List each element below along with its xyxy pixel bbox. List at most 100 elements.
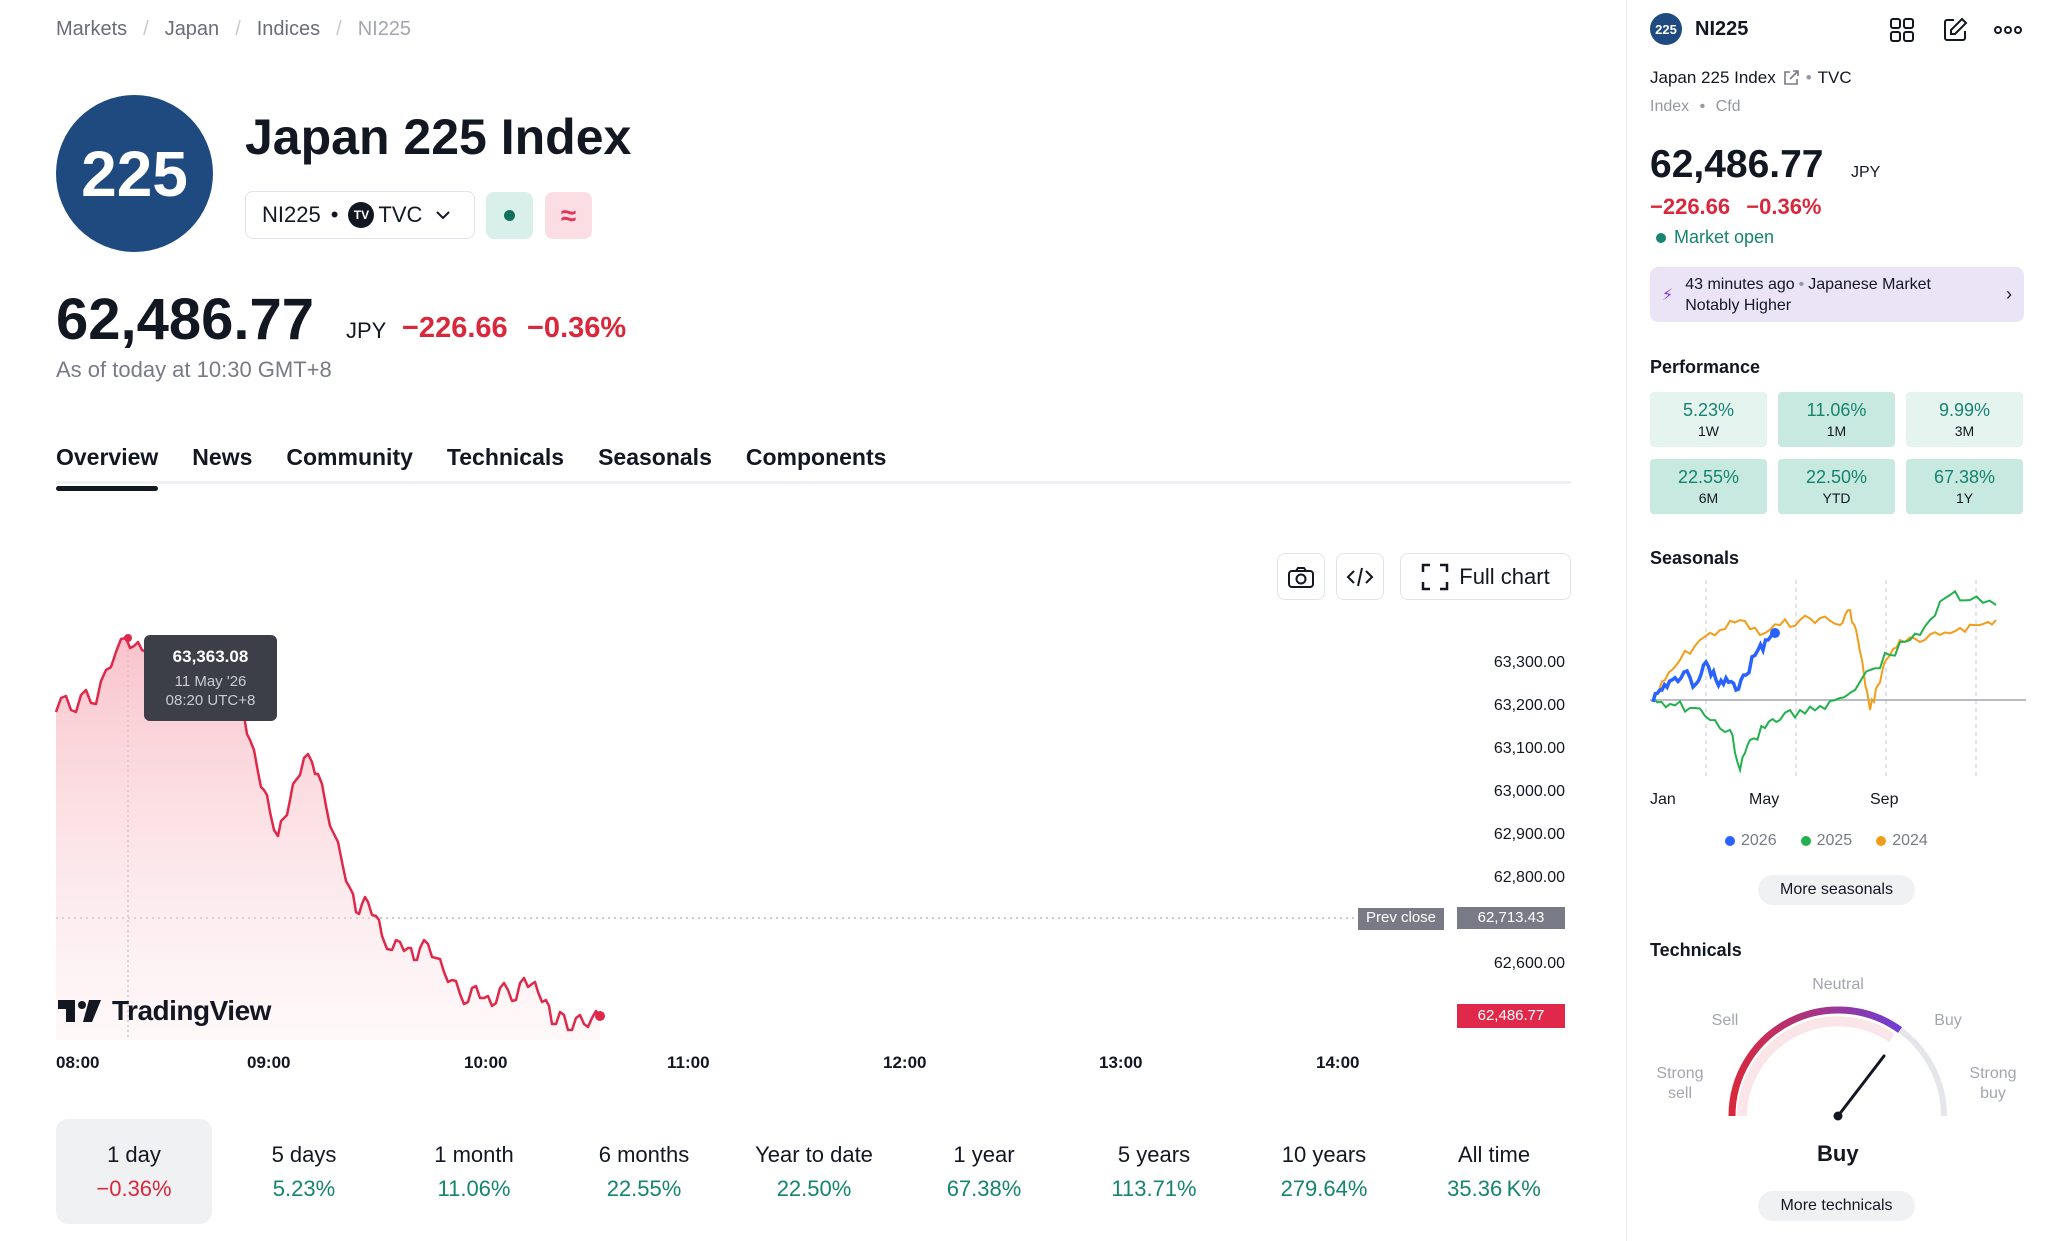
tab-seasonals[interactable]: Seasonals xyxy=(598,444,712,491)
more-button[interactable] xyxy=(1992,14,2024,46)
legend-item-2026[interactable]: 2026 xyxy=(1725,832,1777,850)
period-10-years[interactable]: 10 years 279.64% xyxy=(1246,1119,1402,1224)
seasonals-line-2025 xyxy=(1652,589,1997,774)
market-status-button[interactable] xyxy=(486,192,533,239)
legend-swatch xyxy=(1876,836,1887,846)
period-label: 6 months xyxy=(598,1141,690,1167)
period-selector: 1 day −0.36% 5 days 5.23% 1 month 11.06% 6 … xyxy=(56,1119,1572,1224)
chevron-right-icon: › xyxy=(2006,284,2012,304)
side-subtype: Cfd xyxy=(1715,98,1741,115)
gauge-label-neutral: Neutral xyxy=(1812,976,1864,993)
full-chart-button[interactable]: Full chart xyxy=(1400,553,1571,600)
snapshot-button[interactable] xyxy=(1277,553,1325,600)
dot-separator: • xyxy=(1798,275,1805,293)
seasonals-x-label: Sep xyxy=(1870,791,1899,808)
seasonals-legend: 2026 2025 2024 xyxy=(1725,832,1928,850)
legend-item-2024[interactable]: 2024 xyxy=(1876,832,1928,850)
tab-technicals[interactable]: Technicals xyxy=(447,444,564,491)
more-seasonals-button[interactable]: More seasonals xyxy=(1758,875,1915,905)
price-change-percent: −0.36% xyxy=(527,312,627,344)
edit-button[interactable] xyxy=(1939,14,1971,46)
period-ytd[interactable]: Year to date 22.50% xyxy=(736,1119,892,1224)
market-status: Market open xyxy=(1656,227,1774,248)
tooltip-time: 08:20 UTC+8 xyxy=(165,692,256,709)
tooltip-point xyxy=(124,634,132,642)
symbol-exchange-selector[interactable]: NI225 • TV TVC xyxy=(245,191,475,239)
period-change: 67.38% xyxy=(946,1175,1022,1201)
performance-cell-ytd[interactable]: 22.50% YTD xyxy=(1778,459,1895,514)
seasonals-x-label: Jan xyxy=(1650,791,1676,808)
period-change: 22.50% xyxy=(776,1175,852,1201)
tab-components[interactable]: Components xyxy=(746,444,887,491)
wave-icon: ≈ xyxy=(560,199,577,231)
full-chart-label: Full chart xyxy=(1459,563,1550,589)
gauge-needle xyxy=(1836,1054,1886,1118)
more-technicals-button[interactable]: More technicals xyxy=(1758,1191,1915,1221)
edit-icon xyxy=(1944,17,1968,41)
performance-cell-3m[interactable]: 9.99% 3M xyxy=(1906,392,2023,447)
performance-cell-6m[interactable]: 22.55% 6M xyxy=(1650,459,1767,514)
breadcrumb-markets[interactable]: Markets xyxy=(56,18,127,41)
period-1-year[interactable]: 1 year 67.38% xyxy=(906,1119,1062,1224)
gauge-label-strong-buy: Strong buy xyxy=(1957,1064,2029,1104)
breadcrumb-indices[interactable]: Indices xyxy=(257,18,320,41)
side-change-percent: −0.36% xyxy=(1746,194,1822,219)
perf-label: 1W xyxy=(1698,423,1719,439)
period-change: −0.36% xyxy=(96,1175,172,1201)
side-name-link[interactable]: Japan 225 Index xyxy=(1650,68,1776,88)
y-tick-label: 62,600.00 xyxy=(1493,955,1565,972)
period-5-years[interactable]: 5 years 113.71% xyxy=(1076,1119,1232,1224)
approx-wave-button[interactable]: ≈ xyxy=(545,192,592,239)
tab-overview[interactable]: Overview xyxy=(56,444,159,491)
period-6-months[interactable]: 6 months 22.55% xyxy=(566,1119,722,1224)
tradingview-logo[interactable]: TradingView xyxy=(58,995,271,1027)
performance-cell-1m[interactable]: 11.06% 1M xyxy=(1778,392,1895,447)
period-change: 279.64% xyxy=(1280,1175,1368,1201)
period-change: 22.55% xyxy=(606,1175,682,1201)
market-open-dot-icon xyxy=(504,210,515,221)
performance-heading: Performance xyxy=(1650,357,1761,377)
tab-community[interactable]: Community xyxy=(286,444,413,491)
prev-close-value: 62,713.43 xyxy=(1457,907,1565,929)
x-tick-label: 09:00 xyxy=(247,1053,291,1072)
market-open-dot-icon xyxy=(1656,232,1666,243)
seasonals-heading: Seasonals xyxy=(1650,548,1740,568)
gauge-needle-pivot xyxy=(1833,1111,1843,1121)
external-link-icon[interactable] xyxy=(1782,69,1800,87)
performance-cell-1w[interactable]: 5.23% 1W xyxy=(1650,392,1767,447)
side-panel-divider xyxy=(1626,0,1627,1241)
period-label: Year to date xyxy=(755,1141,873,1167)
period-change: 113.71% xyxy=(1111,1175,1197,1201)
x-tick-label: 12:00 xyxy=(883,1053,927,1072)
tab-news[interactable]: News xyxy=(192,444,252,491)
y-tick-label: 63,100.00 xyxy=(1493,740,1565,757)
news-headline-card[interactable]: ⚡ 43 minutes ago • Japanese Market Notably… xyxy=(1650,267,2024,322)
lightning-icon: ⚡ xyxy=(1662,286,1674,304)
last-price-tag: 62,486.77 xyxy=(1457,1004,1565,1028)
side-change-value: −226.66 xyxy=(1650,194,1731,219)
legend-swatch xyxy=(1800,836,1811,846)
perf-label: YTD xyxy=(1822,490,1851,506)
seasonals-x-label: May xyxy=(1749,791,1780,808)
perf-value: 9.99% xyxy=(1938,400,1991,420)
market-status-text: Market open xyxy=(1674,227,1775,247)
period-1-month[interactable]: 1 month 11.06% xyxy=(396,1119,552,1224)
period-5-days[interactable]: 5 days 5.23% xyxy=(226,1119,382,1224)
perf-label: 1M xyxy=(1826,423,1847,439)
seasonals-2026-endpoint xyxy=(1770,628,1780,638)
gauge-label-line: buy xyxy=(1980,1085,2006,1102)
period-all-time[interactable]: All time 35.36 K% xyxy=(1416,1119,1572,1224)
breadcrumb: Markets / Japan / Indices / NI225 xyxy=(56,18,411,41)
seasonals-chart[interactable] xyxy=(1650,580,2026,780)
dot-separator: • xyxy=(1699,98,1706,115)
period-1-day[interactable]: 1 day −0.36% xyxy=(56,1119,212,1224)
period-label: 5 days xyxy=(271,1141,337,1167)
performance-cell-1y[interactable]: 67.38% 1Y xyxy=(1906,459,2023,514)
legend-item-2025[interactable]: 2025 xyxy=(1800,832,1852,850)
embed-button[interactable] xyxy=(1336,553,1384,600)
y-tick-label: 62,900.00 xyxy=(1493,826,1565,843)
breadcrumb-japan[interactable]: Japan xyxy=(165,18,220,41)
layout-grid-button[interactable] xyxy=(1886,14,1918,46)
period-label: 5 years xyxy=(1117,1141,1191,1167)
side-exchange: TVC xyxy=(1817,68,1852,87)
